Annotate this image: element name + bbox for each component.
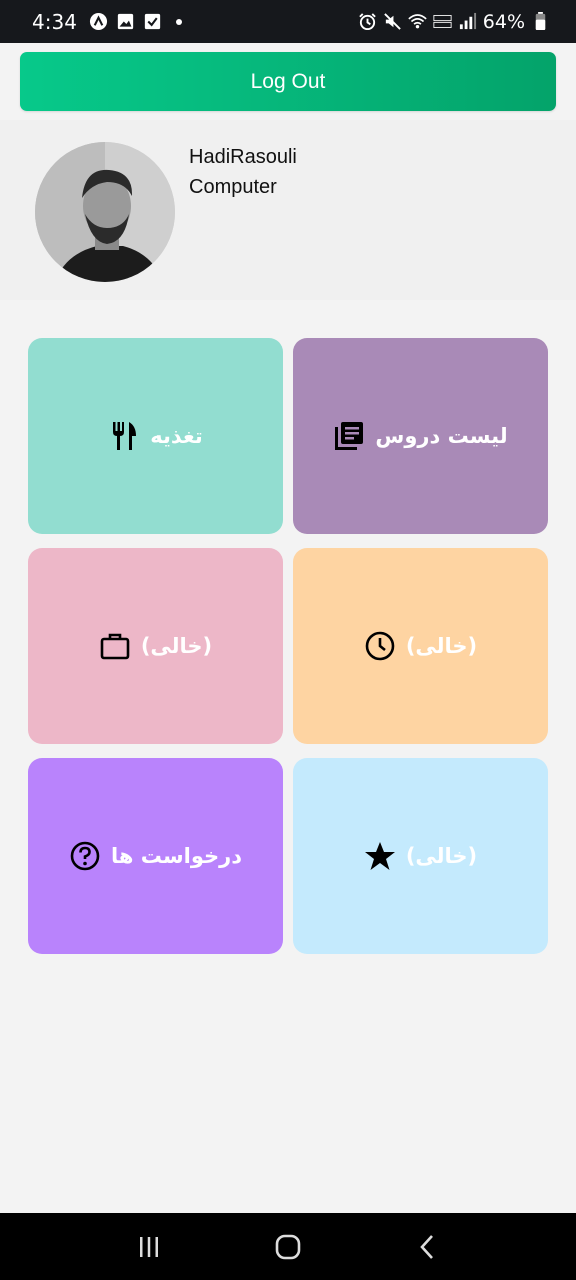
system-nav-bar <box>0 1213 576 1280</box>
wifi-icon <box>408 12 427 31</box>
tile-label: لیست دروس <box>375 424 508 448</box>
status-time: 4:34 <box>32 9 77 34</box>
profile-name: HadiRasouli <box>189 146 297 168</box>
gallery-notification-icon <box>116 12 135 31</box>
profile-card: HadiRasouli Computer <box>0 120 576 300</box>
recent-apps-button[interactable] <box>129 1227 169 1267</box>
more-notifications-dot-icon <box>170 12 189 31</box>
tile-empty-briefcase[interactable]: (خالی) <box>28 548 283 744</box>
logout-button[interactable]: Log Out <box>20 52 556 111</box>
tile-label: (خالی) <box>140 634 213 658</box>
clock-icon <box>364 630 396 662</box>
briefcase-icon <box>99 630 131 662</box>
signal-icon <box>458 12 477 31</box>
back-button[interactable] <box>407 1227 447 1267</box>
logout-label: Log Out <box>250 69 326 93</box>
app-notification-icon <box>89 12 108 31</box>
tile-label: (خالی) <box>405 634 478 658</box>
question-icon <box>69 840 101 872</box>
tile-empty-clock[interactable]: (خالی) <box>293 548 548 744</box>
status-bar: 4:34 64% <box>0 0 576 43</box>
checkbox-notification-icon <box>143 12 162 31</box>
tile-requests[interactable]: درخواست ها <box>28 758 283 954</box>
home-icon <box>275 1234 301 1259</box>
alarm-icon <box>358 12 377 31</box>
mute-icon <box>383 12 402 31</box>
profile-department: Computer <box>189 176 277 198</box>
fork-knife-icon <box>108 420 140 452</box>
tile-food[interactable]: تغذیه <box>28 338 283 534</box>
tile-label: درخواست ها <box>110 844 242 868</box>
star-icon <box>364 840 396 872</box>
battery-percent: 64% <box>482 10 525 33</box>
avatar[interactable] <box>35 142 175 282</box>
tile-empty-star[interactable]: (خالی) <box>293 758 548 954</box>
volte-icon <box>433 12 452 31</box>
home-button[interactable] <box>268 1227 308 1267</box>
tile-label: (خالی) <box>405 844 478 868</box>
tile-label: تغذیه <box>150 424 203 448</box>
battery-icon <box>531 12 550 31</box>
tile-course-list[interactable]: لیست دروس <box>293 338 548 534</box>
book-icon <box>333 420 365 452</box>
recent-apps-icon <box>140 1236 159 1257</box>
avatar-photo <box>35 142 175 282</box>
back-icon <box>419 1234 433 1259</box>
